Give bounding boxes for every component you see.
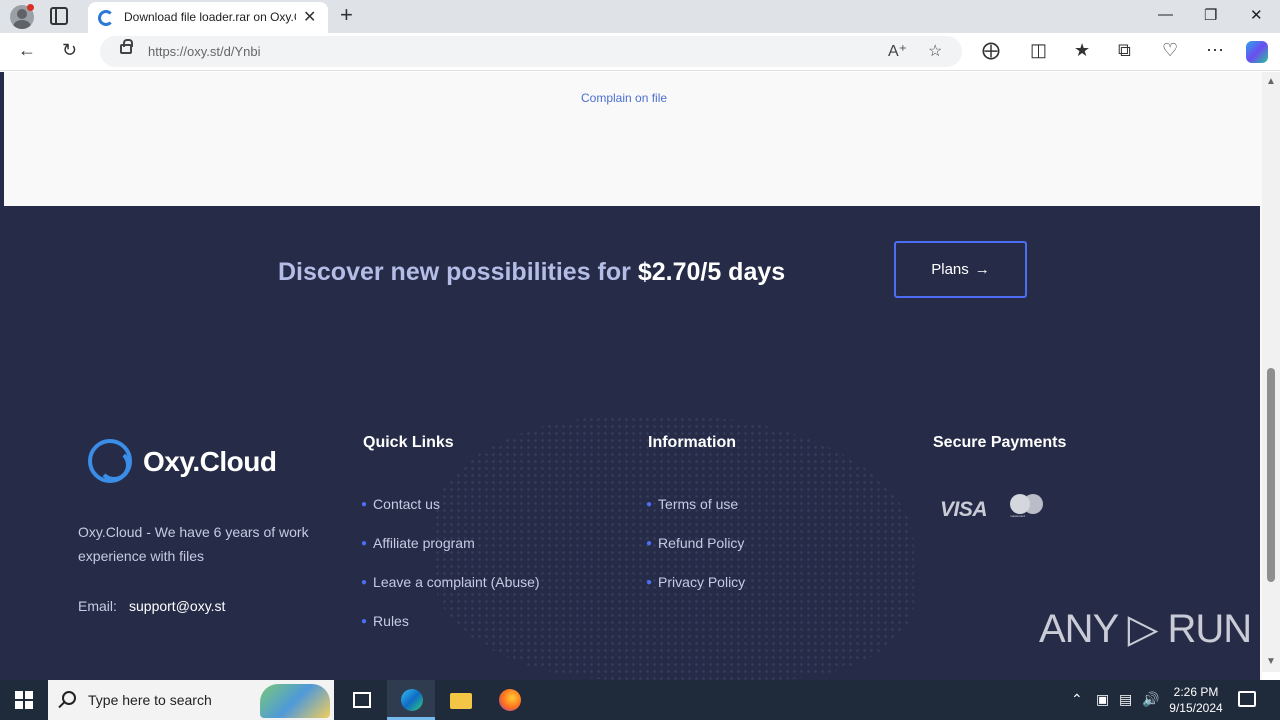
windows-start-icon[interactable]: [15, 691, 33, 709]
clock-date: 9/15/2024: [1169, 701, 1223, 715]
search-icon: [62, 691, 76, 705]
firefox-icon[interactable]: [485, 680, 533, 720]
bullet-icon: ●: [361, 499, 368, 510]
window-close-icon[interactable]: ✕: [1250, 6, 1263, 24]
url-path: /d/Ynbi: [220, 44, 261, 59]
notification-center-icon[interactable]: [1238, 691, 1256, 707]
network-icon[interactable]: ▤: [1119, 691, 1132, 708]
scroll-up-icon[interactable]: ▲: [1266, 76, 1276, 87]
taskbar-clock[interactable]: 2:26 PM 9/15/2024: [1162, 684, 1230, 716]
secure-payments-heading: Secure Payments: [933, 434, 1067, 451]
favorite-star-icon[interactable]: ☆: [928, 41, 942, 61]
oxy-logo-icon[interactable]: [88, 439, 132, 483]
clock-time: 2:26 PM: [1173, 685, 1219, 699]
url-host: https://oxy.st: [148, 44, 221, 59]
lock-icon[interactable]: [120, 39, 133, 54]
favorites-icon[interactable]: ★: [1074, 40, 1090, 61]
bullet-icon: ●: [646, 577, 653, 588]
bullet-icon: ●: [361, 616, 368, 627]
new-tab-button[interactable]: +: [340, 2, 353, 28]
oxy-logo-text[interactable]: Oxy.Cloud: [143, 446, 277, 478]
refund-policy-link[interactable]: ● Refund Policy: [646, 535, 744, 551]
bullet-icon: ●: [361, 538, 368, 549]
collections-icon[interactable]: ⧉: [1118, 40, 1131, 61]
scroll-down-icon[interactable]: ▼: [1266, 656, 1276, 667]
search-placeholder: Type here to search: [88, 692, 212, 708]
browser-toolbar: ← ↻ https://oxy.st/d/Ynbi A⁺ ☆ ⨁ ◫ ★ ⧉ ♡…: [0, 33, 1280, 71]
oxy-favicon-icon: [98, 10, 114, 26]
page-scrollbar[interactable]: ▲ ▼: [1262, 72, 1280, 672]
extensions-icon[interactable]: ⨁: [982, 40, 1000, 61]
anyrun-watermark: ANY ▷ RUN: [1039, 607, 1252, 651]
tab-actions-icon[interactable]: [50, 7, 68, 25]
browser-essentials-icon[interactable]: ♡: [1162, 40, 1178, 61]
edge-taskbar-icon[interactable]: [387, 680, 435, 720]
terms-of-use-link[interactable]: ● Terms of use: [646, 496, 738, 512]
email-label: Email:: [78, 598, 117, 614]
settings-more-icon[interactable]: ⋯: [1206, 40, 1224, 61]
minimize-icon[interactable]: —: [1158, 6, 1173, 23]
meet-now-icon[interactable]: ▣: [1096, 691, 1109, 708]
support-email-link[interactable]: support@oxy.st: [129, 598, 225, 614]
back-arrow-icon[interactable]: ←: [18, 40, 36, 61]
address-bar[interactable]: https://oxy.st/d/Ynbi A⁺ ☆: [100, 36, 962, 67]
taskbar-search[interactable]: Type here to search: [48, 680, 334, 720]
mastercard-icon: mastercard: [1010, 494, 1044, 520]
arrow-right-icon: →: [974, 261, 990, 278]
about-text: Oxy.Cloud - We have 6 years of work expe…: [78, 524, 309, 564]
search-highlight-icon: [260, 684, 330, 718]
affiliate-program-link[interactable]: ● Affiliate program: [361, 535, 475, 551]
complain-link[interactable]: Complain on file: [581, 91, 667, 105]
volume-icon[interactable]: 🔊: [1142, 691, 1159, 708]
tab-title: Download file loader.rar on Oxy.Cloud: [124, 10, 296, 24]
bullet-icon: ●: [646, 538, 653, 549]
bullet-icon: ●: [646, 499, 653, 510]
file-explorer-icon[interactable]: [436, 680, 484, 720]
tray-overflow-icon[interactable]: ⌃: [1071, 691, 1083, 708]
plans-button[interactable]: Plans →: [894, 241, 1027, 298]
contact-us-link[interactable]: ● Contact us: [361, 496, 440, 512]
promo-text: Discover new possibilities for: [278, 258, 638, 286]
quick-links-heading: Quick Links: [363, 434, 454, 451]
refresh-icon[interactable]: ↻: [62, 40, 77, 61]
read-aloud-icon[interactable]: A⁺: [888, 41, 907, 61]
windows-taskbar: Type here to search ⌃ ▣ ▤ 🔊 2:26 PM 9/15…: [0, 680, 1280, 720]
complaint-abuse-link[interactable]: ● Leave a complaint (Abuse): [361, 574, 540, 590]
visa-icon: VISA: [940, 498, 988, 521]
bullet-icon: ●: [361, 577, 368, 588]
active-tab[interactable]: Download file loader.rar on Oxy.Cloud ✕: [88, 2, 328, 33]
scroll-thumb[interactable]: [1267, 368, 1275, 582]
copilot-icon[interactable]: [1246, 41, 1268, 63]
information-heading: Information: [648, 434, 736, 451]
split-screen-icon[interactable]: ◫: [1030, 40, 1047, 61]
plans-label: Plans: [931, 261, 969, 278]
promo-price: $2.70/5 days: [637, 258, 786, 286]
promo-heading: Discover new possibilities for $2.70/5 d…: [278, 258, 785, 287]
page-viewport: Complain on file Discover new possibilit…: [0, 72, 1262, 680]
profile-notification-dot: [27, 4, 34, 11]
browser-tab-strip: Download file loader.rar on Oxy.Cloud ✕ …: [0, 0, 1280, 33]
privacy-policy-link[interactable]: ● Privacy Policy: [646, 574, 745, 590]
rules-link[interactable]: ● Rules: [361, 613, 409, 629]
task-view-icon[interactable]: [338, 680, 386, 720]
site-footer: Discover new possibilities for $2.70/5 d…: [4, 206, 1260, 680]
restore-icon[interactable]: ❐: [1204, 6, 1217, 24]
tab-close-icon[interactable]: ✕: [303, 7, 316, 27]
url-text[interactable]: https://oxy.st/d/Ynbi: [148, 44, 261, 59]
